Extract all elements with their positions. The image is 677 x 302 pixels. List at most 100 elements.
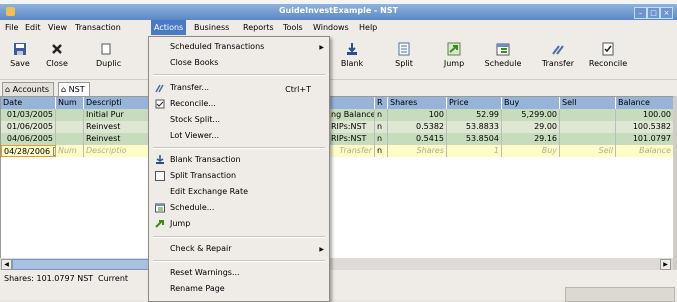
table-row-transfer[interactable]: RIPs:NST (329, 133, 375, 145)
horizontal-scrollbar[interactable]: ◀ ▶ (0, 258, 673, 270)
table-row-shares[interactable]: 0.5382 (388, 121, 447, 133)
menu-item-split-transaction[interactable]: Split Transaction (170, 169, 236, 183)
menu-help[interactable]: Help (359, 23, 377, 32)
menu-item-rename-page[interactable]: Rename Page (170, 282, 225, 296)
table-row-price[interactable]: 52.99 (447, 109, 502, 121)
tab-accounts[interactable]: ⌂ Accounts (2, 82, 55, 96)
table-row-reconciled[interactable]: n (375, 109, 388, 121)
scroll-right-icon[interactable]: ▶ (660, 259, 671, 270)
menu-item-label: Stock Split... (170, 115, 221, 124)
blank-row-transfer[interactable]: Transfer (329, 145, 375, 157)
menu-item-schedule[interactable]: Schedule... (170, 201, 214, 215)
menu-edit[interactable]: Edit (25, 23, 41, 32)
jump-label: Jump (443, 59, 465, 68)
blank-row-shares[interactable]: Shares (388, 145, 447, 157)
table-row-num[interactable] (56, 133, 84, 145)
table-row-date[interactable]: 01/06/2005 (1, 121, 56, 133)
col-header-date[interactable]: Date (1, 97, 56, 109)
col-header-description[interactable]: Descripti (84, 97, 151, 109)
table-row-description[interactable]: Reinvest (84, 133, 151, 145)
schedule-button[interactable]: Schedule (483, 42, 523, 68)
table-row-buy[interactable]: 5,299.00 (502, 109, 560, 121)
reconcile-icon (602, 42, 614, 56)
menu-separator (153, 260, 325, 262)
col-header-num[interactable]: Num (56, 97, 84, 109)
blank-row-price[interactable]: 1 (447, 145, 502, 157)
maximize-icon[interactable]: □ (647, 7, 660, 19)
blank-row-reconciled[interactable]: n (375, 145, 388, 157)
table-row-sell[interactable] (560, 121, 616, 133)
col-header-sell[interactable]: Sell (560, 97, 616, 109)
menu-view[interactable]: View (48, 23, 67, 32)
split-button[interactable]: Split (390, 42, 418, 68)
col-header-shares[interactable]: Shares (388, 97, 447, 109)
menu-item-close-books[interactable]: Close Books (170, 56, 218, 70)
close-button[interactable]: Close (43, 42, 71, 68)
transfer-button[interactable]: Transfer (540, 42, 576, 68)
menu-actions[interactable]: Actions (151, 20, 187, 35)
blank-row-balance[interactable]: Balance (616, 145, 674, 157)
split-label: Split (395, 59, 413, 68)
save-button[interactable]: Save (6, 42, 34, 68)
title-bar: GuideInvestExample - NST – □ × (0, 4, 677, 20)
menu-item-check-repair[interactable]: Check & Repair (170, 242, 232, 256)
table-row-sell[interactable] (560, 109, 616, 121)
minimize-icon[interactable]: – (634, 7, 647, 19)
table-row-description[interactable]: Initial Pur (84, 109, 151, 121)
reconcile-button[interactable]: Reconcile (588, 42, 628, 68)
close-window-icon[interactable]: × (660, 7, 673, 19)
table-row-balance[interactable]: 100.5382 (616, 121, 674, 133)
menu-file[interactable]: File (5, 23, 18, 32)
menu-item-reconcile[interactable]: Reconcile... (170, 97, 216, 111)
table-row-num[interactable] (56, 121, 84, 133)
blank-row-buy[interactable]: Buy (502, 145, 560, 157)
menu-item-scheduled-transactions[interactable]: Scheduled Transactions (170, 40, 264, 54)
table-row-transfer[interactable]: RIPs:NST (329, 121, 375, 133)
menu-item-edit-exchange-rate[interactable]: Edit Exchange Rate (170, 185, 248, 199)
menu-reports[interactable]: Reports (243, 23, 274, 32)
table-row-description[interactable]: Reinvest (84, 121, 151, 133)
table-row-transfer[interactable]: ng Balance (329, 109, 375, 121)
table-row-balance[interactable]: 100.00 (616, 109, 674, 121)
tab-nst[interactable]: ⌂ NST (58, 82, 90, 96)
table-row-buy[interactable]: 29.16 (502, 133, 560, 145)
col-header-buy[interactable]: Buy (502, 97, 560, 109)
blank-row-description[interactable]: Descriptio (84, 145, 151, 157)
menu-item-transfer[interactable]: Transfer... (170, 81, 209, 95)
menu-item-lot-viewer[interactable]: Lot Viewer... (170, 129, 219, 143)
blank-row-sell[interactable]: Sell (560, 145, 616, 157)
menu-windows[interactable]: Windows (313, 23, 349, 32)
menu-item-jump[interactable]: Jump (170, 217, 190, 231)
table-row-shares[interactable]: 100 (388, 109, 447, 121)
col-header-r[interactable]: R (375, 97, 388, 109)
table-row-sell[interactable] (560, 133, 616, 145)
col-header-price[interactable]: Price (447, 97, 502, 109)
jump-button[interactable]: Jump (440, 42, 468, 68)
col-header-transfer[interactable] (329, 97, 375, 109)
table-row-num[interactable] (56, 109, 84, 121)
blank-button[interactable]: Blank (338, 42, 366, 68)
menu-business[interactable]: Business (194, 23, 229, 32)
table-row-balance[interactable]: 101.0797 (616, 133, 674, 145)
menu-item-reset-warnings[interactable]: Reset Warnings... (170, 266, 240, 280)
split-checkbox[interactable] (155, 171, 165, 181)
table-row-reconciled[interactable]: n (375, 133, 388, 145)
table-row-buy[interactable]: 29.00 (502, 121, 560, 133)
transfer-icon (552, 45, 564, 55)
table-row-shares[interactable]: 0.5415 (388, 133, 447, 145)
vertical-scrollbar[interactable] (673, 96, 677, 270)
menu-transaction[interactable]: Transaction (75, 23, 121, 32)
scroll-left-icon[interactable]: ◀ (1, 259, 12, 270)
table-row-date[interactable]: 01/03/2005 (1, 109, 56, 121)
blank-row-num[interactable]: Num (56, 145, 84, 157)
duplicate-button[interactable]: Duplic (96, 42, 128, 68)
col-header-balance[interactable]: Balance (616, 97, 674, 109)
table-row-reconciled[interactable]: n (375, 121, 388, 133)
table-row-price[interactable]: 53.8504 (447, 133, 502, 145)
menu-item-blank-transaction[interactable]: Blank Transaction (170, 153, 241, 167)
blank-row-date[interactable]: 04/28/2006 (1, 145, 56, 157)
menu-item-stock-split[interactable]: Stock Split... (170, 113, 220, 127)
table-row-price[interactable]: 53.8833 (447, 121, 502, 133)
table-row-date[interactable]: 04/06/2005 (1, 133, 56, 145)
menu-tools[interactable]: Tools (283, 23, 303, 32)
